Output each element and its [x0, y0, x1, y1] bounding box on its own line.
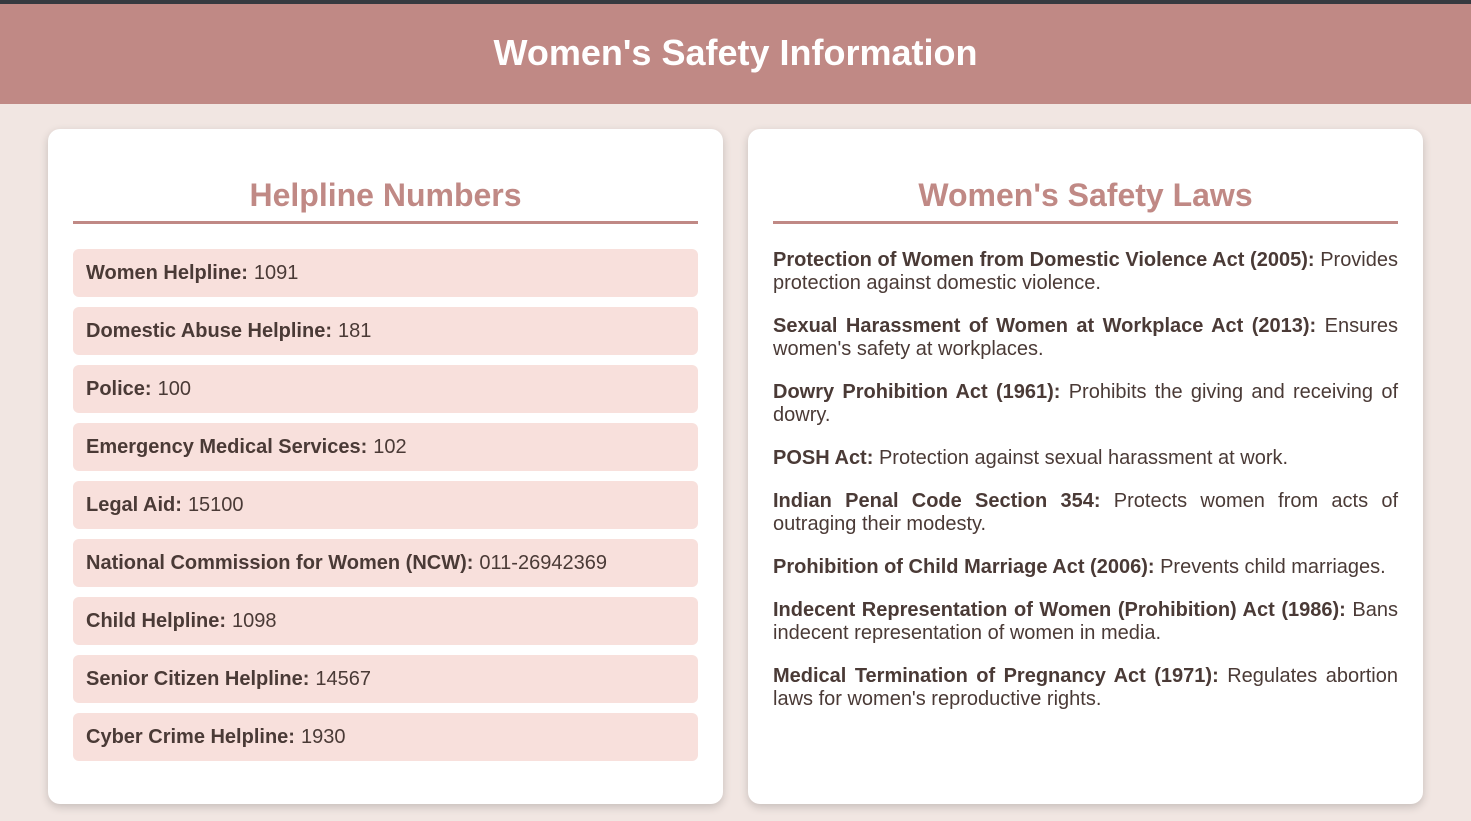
law-item: Medical Termination of Pregnancy Act (19…	[773, 665, 1398, 711]
law-description: Protection against sexual harassment at …	[878, 447, 1289, 469]
law-item: Prohibition of Child Marriage Act (2006)…	[773, 556, 1398, 579]
safety-laws-heading: Women's Safety Laws	[773, 129, 1398, 224]
page-title: Women's Safety Information	[493, 32, 978, 73]
helpline-number: 14567	[315, 667, 371, 690]
helpline-number: 15100	[187, 493, 244, 516]
law-description: Prevents child marriages.	[1160, 556, 1386, 578]
law-name: POSH Act:	[773, 447, 874, 469]
helpline-item: Police: 100	[73, 365, 698, 413]
helpline-item: Domestic Abuse Helpline: 181	[73, 307, 698, 355]
helpline-label: Emergency Medical Services:	[86, 435, 368, 458]
helpline-item: Emergency Medical Services: 102	[73, 423, 698, 471]
law-name: Sexual Harassment of Women at Workplace …	[773, 315, 1317, 337]
helpline-item: National Commission for Women (NCW): 011…	[73, 539, 698, 587]
helpline-numbers-heading: Helpline Numbers	[73, 129, 698, 224]
helpline-number: 102	[373, 435, 407, 458]
helpline-item: Senior Citizen Helpline: 14567	[73, 655, 698, 703]
helpline-list: Women Helpline: 1091 Domestic Abuse Help…	[73, 249, 698, 761]
helpline-number: 1098	[232, 609, 277, 632]
laws-list: Protection of Women from Domestic Violen…	[773, 249, 1398, 711]
law-item: Protection of Women from Domestic Violen…	[773, 249, 1398, 295]
helpline-label: Domestic Abuse Helpline:	[86, 319, 332, 342]
helpline-number: 1091	[253, 261, 299, 284]
helpline-item: Cyber Crime Helpline: 1930	[73, 713, 698, 761]
law-name: Indecent Representation of Women (Prohib…	[773, 599, 1346, 621]
helpline-label: Legal Aid:	[86, 493, 182, 516]
law-name: Indian Penal Code Section 354:	[773, 490, 1101, 512]
helpline-label: National Commission for Women (NCW):	[86, 551, 474, 574]
helpline-label: Police:	[86, 377, 152, 400]
helpline-label: Cyber Crime Helpline:	[86, 725, 295, 748]
helpline-item: Women Helpline: 1091	[73, 249, 698, 297]
law-item: Indian Penal Code Section 354: Protects …	[773, 490, 1398, 536]
helpline-number: 181	[337, 319, 372, 342]
law-item: Indecent Representation of Women (Prohib…	[773, 599, 1398, 645]
safety-laws-card: Women's Safety Laws Protection of Women …	[748, 129, 1423, 804]
helpline-number: 1930	[300, 725, 346, 748]
helpline-number: 011-26942369	[479, 551, 607, 574]
law-name: Protection of Women from Domestic Violen…	[773, 249, 1315, 271]
law-name: Prohibition of Child Marriage Act (2006)…	[773, 556, 1155, 578]
law-item: Dowry Prohibition Act (1961): Prohibits …	[773, 381, 1398, 427]
helpline-label: Child Helpline:	[86, 609, 226, 632]
helpline-numbers-card: Helpline Numbers Women Helpline: 1091 Do…	[48, 129, 723, 804]
law-name: Dowry Prohibition Act (1961):	[773, 381, 1061, 403]
helpline-item: Legal Aid: 15100	[73, 481, 698, 529]
law-item: POSH Act: Protection against sexual hara…	[773, 447, 1398, 470]
helpline-number: 100	[157, 377, 191, 400]
helpline-label: Senior Citizen Helpline:	[86, 667, 310, 690]
law-name: Medical Termination of Pregnancy Act (19…	[773, 665, 1219, 687]
helpline-label: Women Helpline:	[86, 261, 248, 284]
page-header: Women's Safety Information	[0, 4, 1471, 104]
helpline-item: Child Helpline: 1098	[73, 597, 698, 645]
law-item: Sexual Harassment of Women at Workplace …	[773, 315, 1398, 361]
